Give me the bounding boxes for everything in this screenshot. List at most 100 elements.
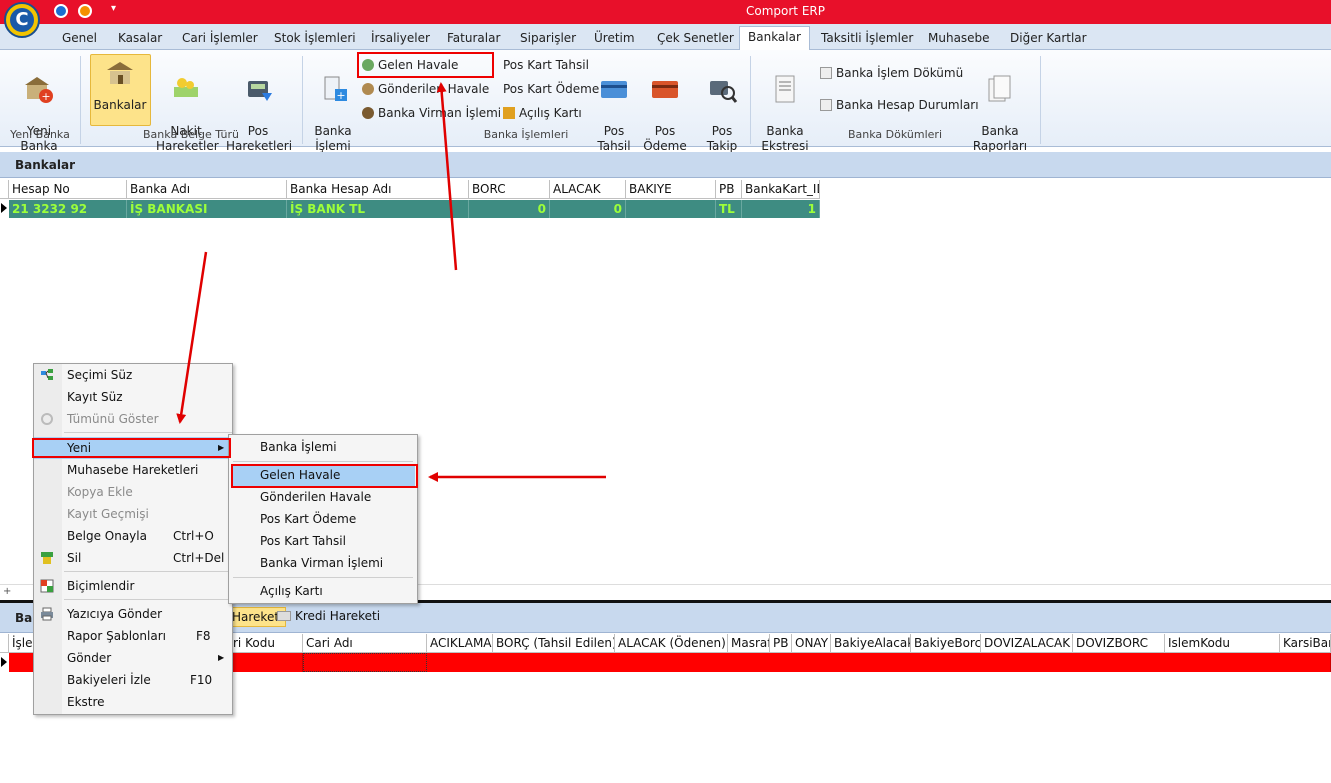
tab-kasalar[interactable]: Kasalar xyxy=(114,28,166,50)
col-doviz-borc[interactable]: DOVIZBORC xyxy=(1073,634,1165,653)
submenu-label: Açılış Kartı xyxy=(260,584,323,598)
menu-item-bakiyeleri-izle[interactable]: Bakiyeleri İzle F10 xyxy=(34,669,232,691)
pos-terminal-icon xyxy=(248,81,272,101)
delete-icon xyxy=(41,552,53,564)
tab-faturalar[interactable]: Faturalar xyxy=(443,28,504,50)
col-alacak-odenen[interactable]: ALACAK (Ödenen) xyxy=(615,634,728,653)
submenu-label: Gönderilen Havale xyxy=(260,490,372,504)
col-alacak[interactable]: ALACAK xyxy=(550,180,626,199)
annotation-box-menu-yeni xyxy=(32,438,231,458)
tab-muhasebe[interactable]: Muhasebe xyxy=(924,28,994,50)
menu-shortcut: Ctrl+Del xyxy=(173,551,225,565)
menu-item-kayit-gecmisi[interactable]: Kayıt Geçmişi xyxy=(34,503,232,525)
col-hesap-no[interactable]: Hesap No xyxy=(9,180,127,199)
menu-item-muhasebe-hareketleri[interactable]: Muhasebe Hareketleri xyxy=(34,459,232,481)
col-bankakart-id[interactable]: BankaKart_ID xyxy=(742,180,820,199)
app-logo[interactable]: C xyxy=(4,2,40,38)
col-masraf[interactable]: Masraf xyxy=(728,634,770,653)
menu-separator xyxy=(64,599,232,600)
menu-item-tumunu-goster[interactable]: Tümünü Göster xyxy=(34,408,232,430)
tab-diger-kartlar[interactable]: Diğer Kartlar xyxy=(1006,28,1091,50)
col-cari-kodu[interactable]: ri Kodu xyxy=(233,634,303,653)
col-bakiye[interactable]: BAKIYE xyxy=(626,180,716,199)
tab-kredi-hareketi[interactable]: Kredi Hareketi xyxy=(274,607,383,627)
tab-uretim[interactable]: Üretim xyxy=(590,28,639,50)
menu-item-kopya-ekle[interactable]: Kopya Ekle xyxy=(34,481,232,503)
submenu-item-banka-islemi[interactable]: Banka İşlemi xyxy=(229,436,417,458)
submenu-item-banka-virman[interactable]: Banka Virman İşlemi xyxy=(229,552,417,574)
menu-item-rapor-sablonlari[interactable]: Rapor Şablonları F8 xyxy=(34,625,232,647)
menu-item-sil[interactable]: Sil Ctrl+Del xyxy=(34,547,232,569)
col-islem-kodu[interactable]: IslemKodu xyxy=(1165,634,1280,653)
col-pb[interactable]: PB xyxy=(716,180,742,199)
col-pb[interactable]: PB xyxy=(770,634,792,653)
logo-letter: C xyxy=(10,8,34,32)
menu-label: Sil xyxy=(67,551,82,565)
col-bakiye-borc[interactable]: BakiyeBorc xyxy=(911,634,981,653)
menu-item-ekstre[interactable]: Ekstre xyxy=(34,691,232,713)
gonderilen-havale-label: Gönderilen Havale xyxy=(378,82,490,96)
banks-panel-header: Bankalar xyxy=(0,152,1331,178)
submenu-label: Pos Kart Tahsil xyxy=(260,534,346,548)
cell-hesap-adi[interactable]: İŞ BANK TL xyxy=(287,200,469,218)
col-banka-adi[interactable]: Banka Adı xyxy=(127,180,287,199)
row-indicator-header xyxy=(0,180,9,199)
menu-label: Muhasebe Hareketleri xyxy=(67,463,199,477)
menu-item-gonder[interactable]: Gönder ▶ xyxy=(34,647,232,669)
menu-item-belge-onayla[interactable]: Belge Onayla Ctrl+O xyxy=(34,525,232,547)
menu-item-bicimlendir[interactable]: Biçimlendir xyxy=(34,575,232,597)
menu-item-yaziciya-gonder[interactable]: Yazıcıya Gönder xyxy=(34,603,232,625)
submenu-item-acilis-karti[interactable]: Açılış Kartı xyxy=(229,580,417,602)
menu-item-kayit-suz[interactable]: Kayıt Süz xyxy=(34,386,232,408)
pos-kart-tahsil-button[interactable]: Pos Kart Tahsil xyxy=(503,56,589,74)
tab-cari-islemler[interactable]: Cari İşlemler xyxy=(178,28,262,50)
col-aciklama[interactable]: ACIKLAMA xyxy=(427,634,493,653)
submenu-item-pos-kart-tahsil[interactable]: Pos Kart Tahsil xyxy=(229,530,417,552)
menu-separator xyxy=(64,571,232,572)
col-borc[interactable]: BORC xyxy=(469,180,550,199)
cell-borc[interactable]: 0 xyxy=(469,200,550,218)
menu-label: Gönder xyxy=(67,651,112,665)
banka-hesap-durumlari-button[interactable]: Banka Hesap Durumları xyxy=(820,96,979,114)
tab-bankalar[interactable]: Bankalar xyxy=(739,26,810,51)
pos-search-icon xyxy=(710,81,738,103)
tab-siparisler[interactable]: Siparişler xyxy=(516,28,580,50)
cell-bankakart-id[interactable]: 1 xyxy=(742,200,820,218)
menu-label: Ekstre xyxy=(67,695,105,709)
col-banka-hesap-adi[interactable]: Banka Hesap Adı xyxy=(287,180,469,199)
banka-virman-button[interactable]: Banka Virman İşlemi xyxy=(362,104,501,122)
bankalar-button[interactable]: Bankalar xyxy=(92,58,148,112)
gonderilen-havale-button[interactable]: Gönderilen Havale xyxy=(362,80,489,98)
col-borc-tahsil[interactable]: BORÇ (Tahsil Edilen) xyxy=(493,634,615,653)
banka-islem-dokumu-button[interactable]: Banka İşlem Dökümü xyxy=(820,64,963,82)
col-karsi-banka[interactable]: KarsiBank xyxy=(1280,634,1331,653)
tab-irsaliyeler[interactable]: İrsaliyeler xyxy=(367,28,434,50)
cell-hesap-no[interactable]: 21 3232 92 xyxy=(9,200,127,218)
tab-taksitli-islemler[interactable]: Taksitli İşlemler xyxy=(817,28,917,50)
cell-banka-adi[interactable]: İŞ BANKASI xyxy=(127,200,287,218)
current-row-indicator-icon xyxy=(1,657,7,667)
submenu-item-pos-kart-odeme[interactable]: Pos Kart Ödeme xyxy=(229,508,417,530)
tab-stok-islemleri[interactable]: Stok İşlemleri xyxy=(270,28,360,50)
submenu-item-gonderilen-havale[interactable]: Gönderilen Havale xyxy=(229,486,417,508)
credit-card-blue-icon xyxy=(601,81,627,98)
new-row-cell-focused[interactable] xyxy=(303,653,427,672)
acilis-karti-button[interactable]: Açılış Kartı xyxy=(503,104,582,122)
menu-label: Biçimlendir xyxy=(67,579,135,593)
banka-hesap-durumlari-label: Banka Hesap Durumları xyxy=(836,98,979,112)
cell-alacak[interactable]: 0 xyxy=(550,200,626,218)
pos-kart-odeme-button[interactable]: Pos Kart Ödeme xyxy=(503,80,599,98)
cell-bakiye[interactable] xyxy=(626,200,716,218)
col-onay[interactable]: ONAY xyxy=(792,634,831,653)
col-bakiye-alacak[interactable]: BakiyeAlacak xyxy=(831,634,911,653)
new-row-cell[interactable] xyxy=(427,653,1331,672)
cell-pb[interactable]: TL xyxy=(716,200,742,218)
tab-cek-senetler[interactable]: Çek Senetler xyxy=(653,28,738,50)
expand-icon[interactable]: + xyxy=(3,586,11,597)
col-doviz-alacak[interactable]: DOVIZALACAK xyxy=(981,634,1073,653)
tab-genel[interactable]: Genel xyxy=(58,28,101,50)
col-cari-adi[interactable]: Cari Adı xyxy=(303,634,427,653)
show-all-icon xyxy=(41,413,53,425)
row-indicator-header xyxy=(0,634,9,653)
menu-item-secimi-suz[interactable]: Seçimi Süz xyxy=(34,364,232,386)
